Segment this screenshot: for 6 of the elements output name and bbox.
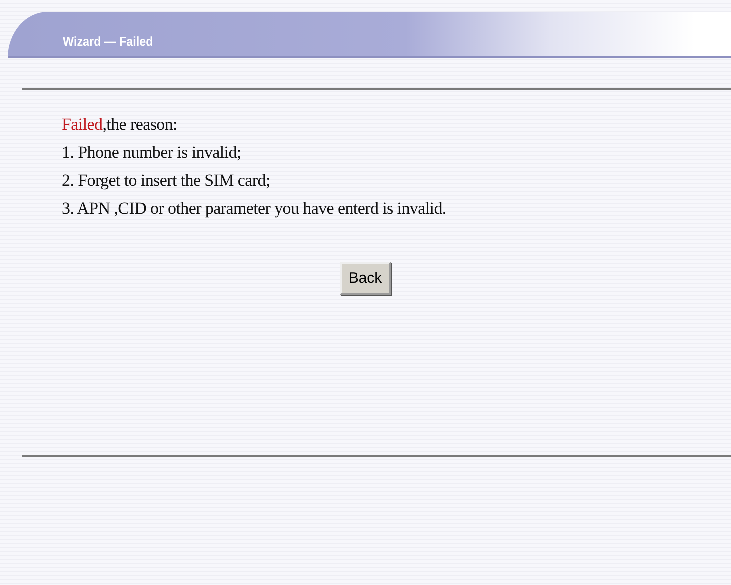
reason-text: 3. APN ,CID or other parameter you have enterd is invalid. [62,198,448,219]
reason-text: 1. Phone number is invalid; [62,142,242,163]
back-button[interactable]: Back [340,262,392,295]
failure-message: Failed,the reason: [62,114,178,135]
reason-text: 2. Forget to insert the SIM card; [62,170,272,191]
page-title: Wizard — Failed [63,34,154,49]
